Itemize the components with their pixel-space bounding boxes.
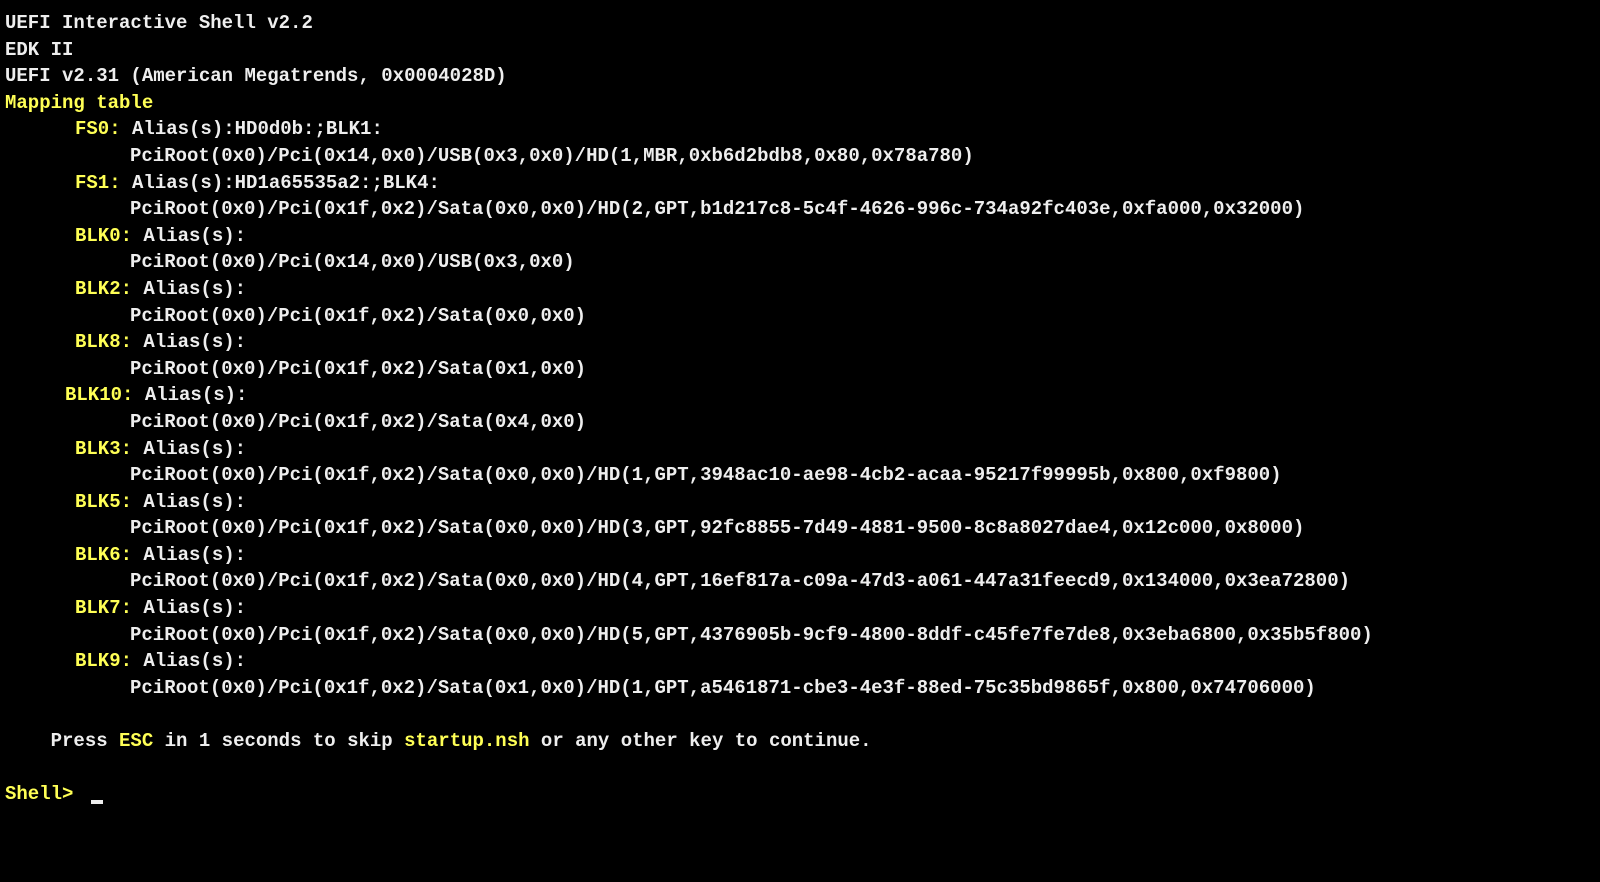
terminal-output: UEFI Interactive Shell v2.2 EDK II UEFI … — [5, 10, 1595, 808]
mapping-entry: FS0: Alias(s):HD0d0b:;BLK1: — [5, 116, 1595, 143]
device-path: PciRoot(0x0)/Pci(0x1f,0x2)/Sata(0x4,0x0) — [5, 409, 1595, 436]
mapping-entry: BLK6: Alias(s): — [5, 542, 1595, 569]
mapping-entry: BLK2: Alias(s): — [5, 276, 1595, 303]
startup-hint: Press ESC in 1 seconds to skip startup.n… — [5, 701, 1595, 781]
device-name: BLK8: — [75, 331, 132, 353]
device-path: PciRoot(0x0)/Pci(0x14,0x0)/USB(0x3,0x0) — [5, 249, 1595, 276]
device-path: PciRoot(0x0)/Pci(0x1f,0x2)/Sata(0x1,0x0) — [5, 356, 1595, 383]
alias-label: Alias(s): — [121, 172, 235, 194]
device-name: FS0: — [75, 118, 121, 140]
edk-line: EDK II — [5, 37, 1595, 64]
alias-label: Alias(s): — [132, 278, 246, 300]
alias-label: Alias(s): — [132, 225, 246, 247]
device-path: PciRoot(0x0)/Pci(0x1f,0x2)/Sata(0x0,0x0) — [5, 303, 1595, 330]
uefi-version: UEFI v2.31 (American Megatrends, 0x00040… — [5, 63, 1595, 90]
device-path: PciRoot(0x0)/Pci(0x1f,0x2)/Sata(0x0,0x0)… — [5, 462, 1595, 489]
device-name: BLK5: — [75, 491, 132, 513]
mapping-entry: BLK5: Alias(s): — [5, 489, 1595, 516]
alias-label: Alias(s): — [132, 331, 246, 353]
device-name: BLK10: — [65, 384, 133, 406]
device-path: PciRoot(0x0)/Pci(0x1f,0x2)/Sata(0x0,0x0)… — [5, 568, 1595, 595]
device-name: BLK0: — [75, 225, 132, 247]
device-name: FS1: — [75, 172, 121, 194]
device-name: BLK9: — [75, 650, 132, 672]
alias-label: Alias(s): — [133, 384, 247, 406]
device-name: BLK2: — [75, 278, 132, 300]
mapping-entry: BLK0: Alias(s): — [5, 223, 1595, 250]
device-path: PciRoot(0x0)/Pci(0x1f,0x2)/Sata(0x1,0x0)… — [5, 675, 1595, 702]
device-path: PciRoot(0x0)/Pci(0x14,0x0)/USB(0x3,0x0)/… — [5, 143, 1595, 170]
mapping-entry: BLK7: Alias(s): — [5, 595, 1595, 622]
device-path: PciRoot(0x0)/Pci(0x1f,0x2)/Sata(0x0,0x0)… — [5, 515, 1595, 542]
mapping-entry: BLK3: Alias(s): — [5, 436, 1595, 463]
device-path: PciRoot(0x0)/Pci(0x1f,0x2)/Sata(0x0,0x0)… — [5, 196, 1595, 223]
mapping-list: FS0: Alias(s):HD0d0b:;BLK1:PciRoot(0x0)/… — [5, 116, 1595, 701]
prompt-label: Shell> — [5, 781, 85, 808]
device-name: BLK7: — [75, 597, 132, 619]
mapping-table-header: Mapping table — [5, 90, 1595, 117]
alias-label: Alias(s): — [132, 650, 246, 672]
alias-label: Alias(s): — [132, 597, 246, 619]
mapping-entry: BLK10: Alias(s): — [5, 382, 1595, 409]
device-name: BLK6: — [75, 544, 132, 566]
alias-label: Alias(s): — [132, 544, 246, 566]
shell-prompt[interactable]: Shell> — [5, 781, 1595, 808]
device-path: PciRoot(0x0)/Pci(0x1f,0x2)/Sata(0x0,0x0)… — [5, 622, 1595, 649]
mapping-entry: FS1: Alias(s):HD1a65535a2:;BLK4: — [5, 170, 1595, 197]
alias-value: HD1a65535a2:;BLK4: — [235, 172, 440, 194]
alias-label: Alias(s): — [132, 491, 246, 513]
alias-label: Alias(s): — [121, 118, 235, 140]
cursor-icon — [91, 800, 103, 804]
alias-label: Alias(s): — [132, 438, 246, 460]
shell-title: UEFI Interactive Shell v2.2 — [5, 10, 1595, 37]
device-name: BLK3: — [75, 438, 132, 460]
mapping-entry: BLK8: Alias(s): — [5, 329, 1595, 356]
mapping-entry: BLK9: Alias(s): — [5, 648, 1595, 675]
alias-value: HD0d0b:;BLK1: — [235, 118, 383, 140]
